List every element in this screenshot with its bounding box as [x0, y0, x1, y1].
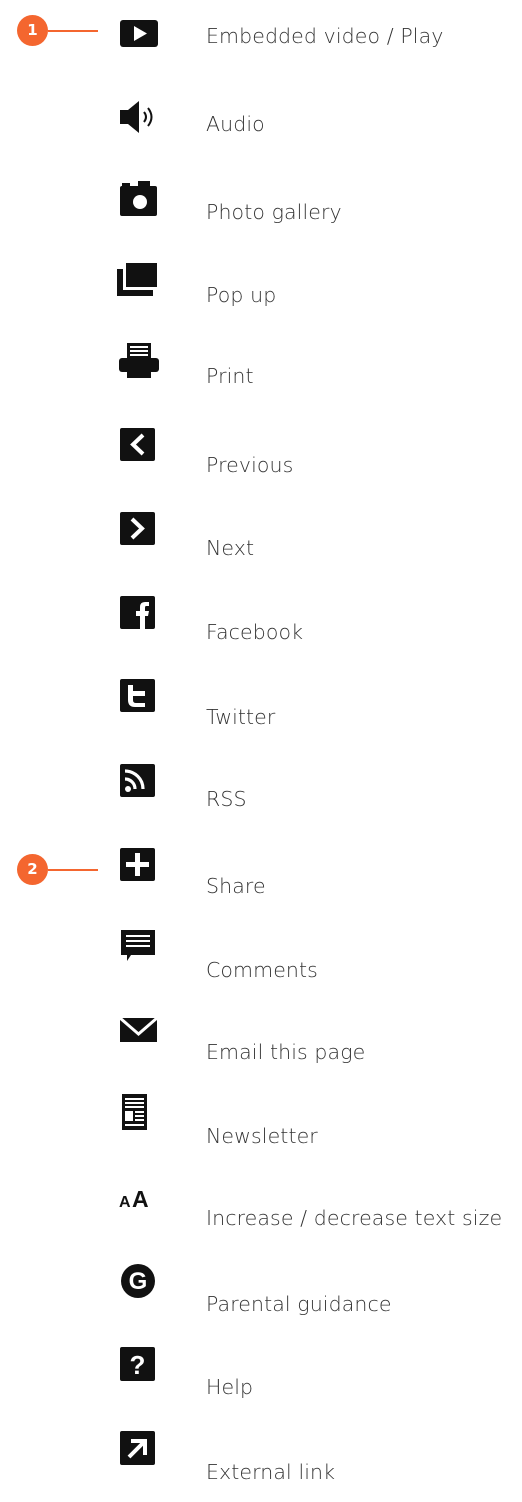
newsletter-icon: [115, 1094, 165, 1134]
list-item: Print: [0, 342, 522, 402]
list-item: G Parental guidance: [0, 1263, 522, 1323]
share-icon: [115, 846, 165, 886]
list-item: Share: [0, 846, 522, 906]
item-label: Photo gallery: [206, 200, 342, 224]
parental-guidance-icon: G: [115, 1263, 165, 1303]
item-label: Comments: [206, 958, 318, 982]
list-item: Embedded video / Play: [0, 14, 522, 74]
item-label: RSS: [206, 787, 247, 811]
popup-icon: [115, 263, 165, 303]
list-item: Next: [0, 510, 522, 570]
list-item: Facebook: [0, 594, 522, 654]
play-icon: [115, 14, 165, 54]
item-label: Pop up: [206, 283, 277, 307]
comments-icon: [115, 928, 165, 968]
item-label: Next: [206, 536, 255, 560]
help-icon: ?: [115, 1346, 165, 1386]
item-label: Increase / decrease text size: [206, 1206, 503, 1230]
list-item: External link: [0, 1430, 522, 1490]
text-size-small-glyph: A: [119, 1194, 131, 1211]
list-item: Email this page: [0, 1012, 522, 1072]
item-label: Previous: [206, 453, 294, 477]
list-item: ? Help: [0, 1346, 522, 1406]
list-item: Previous: [0, 425, 522, 485]
item-label: Newsletter: [206, 1124, 318, 1148]
parental-guidance-glyph: G: [129, 1268, 148, 1295]
list-item: RSS: [0, 761, 522, 821]
item-label: Email this page: [206, 1040, 366, 1064]
email-icon: [115, 1012, 165, 1052]
list-item: Pop up: [0, 263, 522, 323]
list-item: Comments: [0, 928, 522, 988]
list-item: AA Increase / decrease text size: [0, 1182, 522, 1242]
text-size-large-glyph: A: [132, 1186, 149, 1212]
twitter-icon: [115, 677, 165, 717]
list-item: Audio: [0, 98, 522, 158]
item-label: Facebook: [206, 620, 304, 644]
item-label: Embedded video / Play: [206, 24, 444, 48]
item-label: Help: [206, 1375, 254, 1399]
camera-icon: [115, 180, 165, 220]
item-label: Twitter: [206, 705, 276, 729]
list-item: Newsletter: [0, 1094, 522, 1154]
help-glyph: ?: [130, 1350, 146, 1380]
print-icon: [115, 342, 165, 382]
item-label: Share: [206, 874, 266, 898]
facebook-icon: [115, 594, 165, 634]
list-item: Photo gallery: [0, 180, 522, 240]
text-size-icon: AA: [115, 1182, 165, 1222]
audio-icon: [115, 98, 165, 138]
rss-icon: [115, 761, 165, 801]
next-icon: [115, 510, 165, 550]
item-label: Audio: [206, 112, 265, 136]
item-label: Print: [206, 364, 254, 388]
item-label: External link: [206, 1460, 336, 1484]
previous-icon: [115, 425, 165, 465]
list-item: Twitter: [0, 677, 522, 737]
external-link-icon: [115, 1430, 165, 1470]
item-label: Parental guidance: [206, 1292, 392, 1316]
